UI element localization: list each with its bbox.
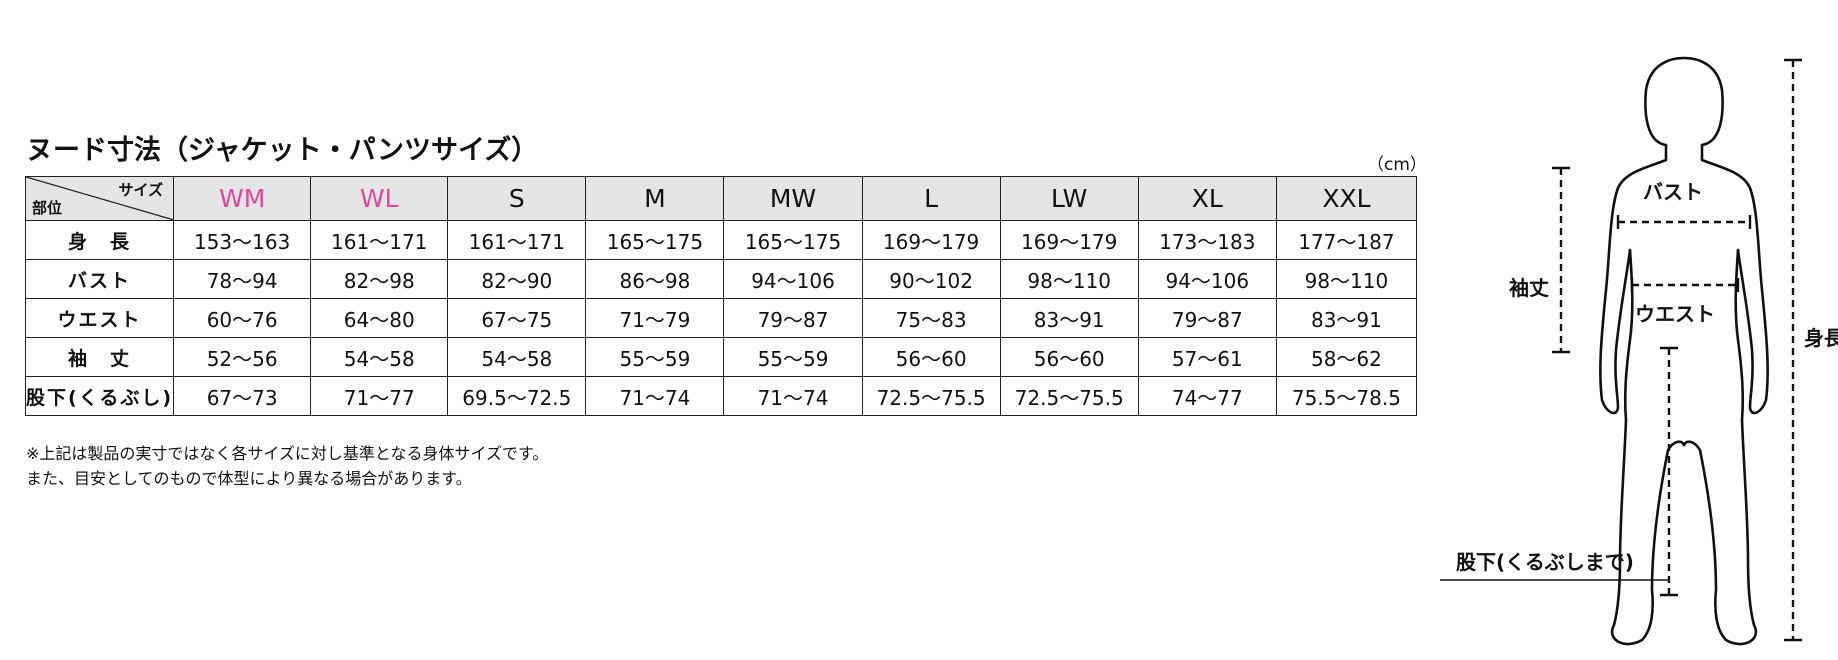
table-cell: 83〜91 <box>999 298 1139 338</box>
table-cell: 94〜106 <box>1137 259 1277 299</box>
row-label: 袖 丈 <box>24 337 175 377</box>
notes: ※上記は製品の実寸ではなく各サイズに対し基準となる身体サイズです。 また、目安と… <box>26 441 548 491</box>
table-cell: 71〜74 <box>585 376 725 416</box>
unit-label: （cm） <box>1367 155 1427 175</box>
size-header-xl: XL <box>1137 176 1277 221</box>
table-cell: 83〜91 <box>1275 298 1418 338</box>
table-cell: 82〜90 <box>447 259 587 299</box>
table-row: 股下(くるぶし) 67〜73 71〜77 69.5〜72.5 71〜74 71〜74 72.… <box>24 376 1418 416</box>
figure-label-sleeve: 袖丈 <box>1509 276 1549 300</box>
table-cell: 56〜60 <box>861 337 1001 377</box>
size-table: サイズ 部位 WM WL S M MW L LW XL XXL 身 長 153〜1… <box>24 176 1418 416</box>
table-row: 袖 丈 52〜56 54〜58 54〜58 55〜59 55〜59 56〜60 56〜60 57… <box>24 337 1418 377</box>
table-cell: 169〜179 <box>999 220 1139 260</box>
note-line-2: また、目安としてのもので体型により異なる場合があります。 <box>26 469 472 488</box>
table-cell: 71〜74 <box>723 376 863 416</box>
size-header-row: サイズ 部位 WM WL S M MW L LW XL XXL <box>24 176 1418 221</box>
figure-label-height: 身長 <box>1804 326 1838 350</box>
table-cell: 173〜183 <box>1137 220 1277 260</box>
row-label: ウエスト <box>24 298 175 338</box>
table-cell: 72.5〜75.5 <box>999 376 1139 416</box>
table-cell: 55〜59 <box>585 337 725 377</box>
table-cell: 90〜102 <box>861 259 1001 299</box>
size-header-wl: WL <box>310 176 449 221</box>
corner-part-label: 部位 <box>32 199 63 217</box>
table-cell: 165〜175 <box>585 220 725 260</box>
figure-label-inseam: 股下(くるぶしまで) <box>1456 550 1634 574</box>
table-cell: 177〜187 <box>1275 220 1418 260</box>
table-cell: 71〜77 <box>310 376 449 416</box>
table-cell: 161〜171 <box>447 220 587 260</box>
table-cell: 72.5〜75.5 <box>861 376 1001 416</box>
table-cell: 58〜62 <box>1275 337 1418 377</box>
table-cell: 153〜163 <box>173 220 312 260</box>
table-cell: 67〜75 <box>447 298 587 338</box>
size-header-l: L <box>861 176 1001 221</box>
table-cell: 75.5〜78.5 <box>1275 376 1418 416</box>
size-header-xxl: XXL <box>1275 176 1418 221</box>
table-cell: 69.5〜72.5 <box>447 376 587 416</box>
note-line-1: ※上記は製品の実寸ではなく各サイズに対し基準となる身体サイズです。 <box>26 444 549 463</box>
table-cell: 165〜175 <box>723 220 863 260</box>
table-cell: 78〜94 <box>173 259 312 299</box>
corner-size-label: サイズ <box>118 181 164 199</box>
table-cell: 98〜110 <box>1275 259 1418 299</box>
table-cell: 74〜77 <box>1137 376 1277 416</box>
row-label: 身 長 <box>24 220 175 260</box>
table-cell: 60〜76 <box>173 298 312 338</box>
table-cell: 57〜61 <box>1137 337 1277 377</box>
chart-title: ヌード寸法（ジャケット・パンツサイズ） <box>26 135 539 166</box>
table-cell: 79〜87 <box>723 298 863 338</box>
figure-label-waist: ウエスト <box>1635 302 1715 326</box>
table-cell: 82〜98 <box>310 259 449 299</box>
figure-label-bust: バスト <box>1643 180 1703 204</box>
table-cell: 54〜58 <box>310 337 449 377</box>
body-figure: バスト 袖丈 ウエスト 身長 股下(くるぶしまで) <box>1420 50 1838 650</box>
size-header-m: M <box>585 176 725 221</box>
table-row: 身 長 153〜163 161〜171 161〜171 165〜175 165〜175 16… <box>24 220 1418 260</box>
table-cell: 169〜179 <box>861 220 1001 260</box>
size-header-s: S <box>447 176 587 221</box>
table-cell: 98〜110 <box>999 259 1139 299</box>
table-cell: 86〜98 <box>585 259 725 299</box>
size-header-wm: WM <box>173 176 312 221</box>
table-cell: 161〜171 <box>310 220 449 260</box>
table-cell: 71〜79 <box>585 298 725 338</box>
corner-cell: サイズ 部位 <box>24 176 175 221</box>
size-header-lw: LW <box>999 176 1139 221</box>
table-cell: 55〜59 <box>723 337 863 377</box>
table-row: バスト 78〜94 82〜98 82〜90 86〜98 94〜106 90〜102 98〜11… <box>24 259 1418 299</box>
table-cell: 94〜106 <box>723 259 863 299</box>
table-cell: 75〜83 <box>861 298 1001 338</box>
table-cell: 67〜73 <box>173 376 312 416</box>
table-cell: 64〜80 <box>310 298 449 338</box>
table-cell: 56〜60 <box>999 337 1139 377</box>
row-label: バスト <box>24 259 175 299</box>
table-cell: 52〜56 <box>173 337 312 377</box>
table-cell: 54〜58 <box>447 337 587 377</box>
row-label: 股下(くるぶし) <box>24 376 175 416</box>
size-header-mw: MW <box>723 176 863 221</box>
table-row: ウエスト 60〜76 64〜80 67〜75 71〜79 79〜87 75〜83 83〜91 7… <box>24 298 1418 338</box>
table-cell: 79〜87 <box>1137 298 1277 338</box>
